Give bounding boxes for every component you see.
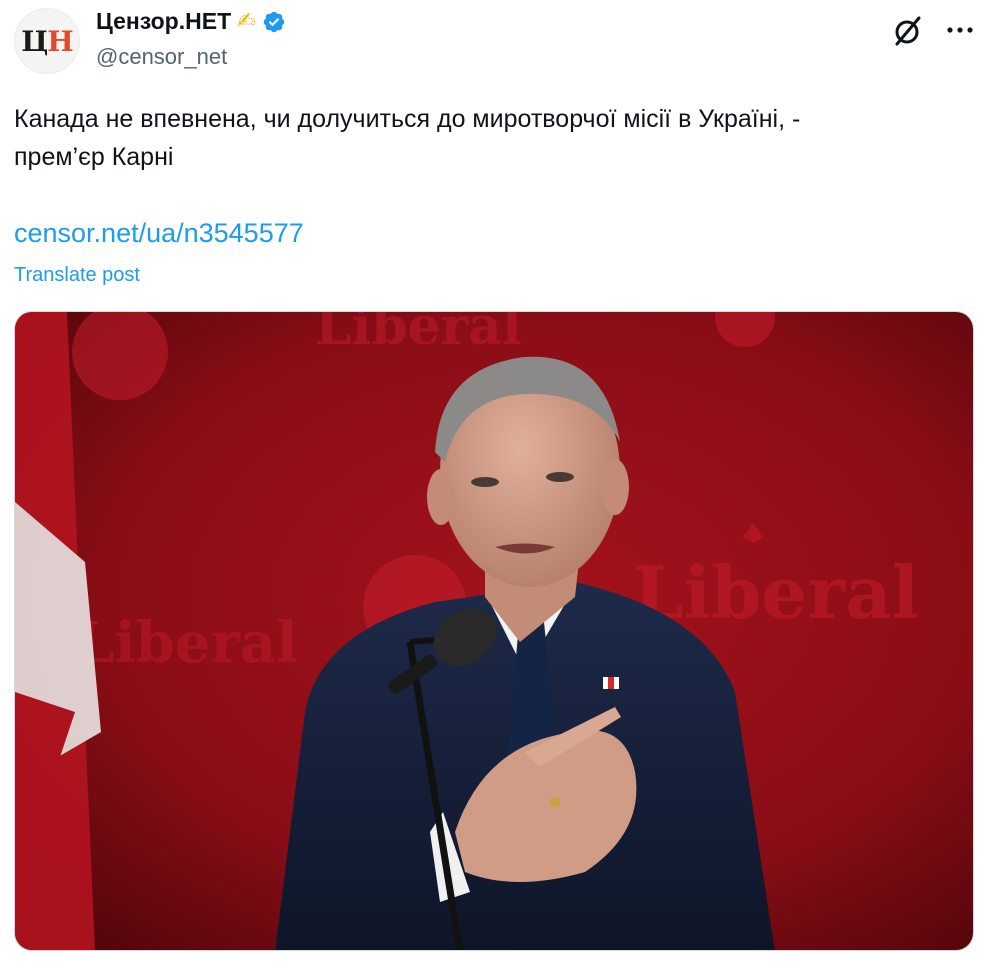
author-handle[interactable]: @censor_net — [96, 44, 227, 70]
author-display-name[interactable]: Цензор.НЕТ — [96, 8, 231, 35]
verified-badge-icon[interactable] — [262, 10, 286, 34]
avatar-logo-letter-2: Н — [47, 24, 73, 58]
avatar-logo: ЦН — [21, 24, 74, 58]
grok-icon[interactable] — [891, 14, 925, 48]
post-media-image[interactable]: Liberal Liberal Liberal — [14, 311, 974, 951]
post-text: Канада не впевнена, чи долучиться до мир… — [14, 105, 801, 171]
avatar[interactable]: ЦН — [14, 8, 80, 74]
author-name-row: Цензор.НЕТ ✍ — [96, 8, 286, 35]
avatar-logo-letter-1: Ц — [21, 24, 48, 58]
press-conference-photo: Liberal Liberal Liberal — [15, 312, 973, 950]
translate-post-button[interactable]: Translate post — [14, 264, 140, 287]
writing-hand-emoji: ✍ — [237, 9, 256, 34]
post-header: ЦН Цензор.НЕТ ✍ @censor_net — [0, 0, 992, 80]
post-link[interactable]: censor.net/ua/n3545577 — [14, 218, 304, 249]
more-options-icon[interactable] — [944, 18, 976, 42]
backdrop-word-left: Liberal — [75, 610, 298, 676]
backdrop-word-top: Liberal — [315, 312, 522, 357]
